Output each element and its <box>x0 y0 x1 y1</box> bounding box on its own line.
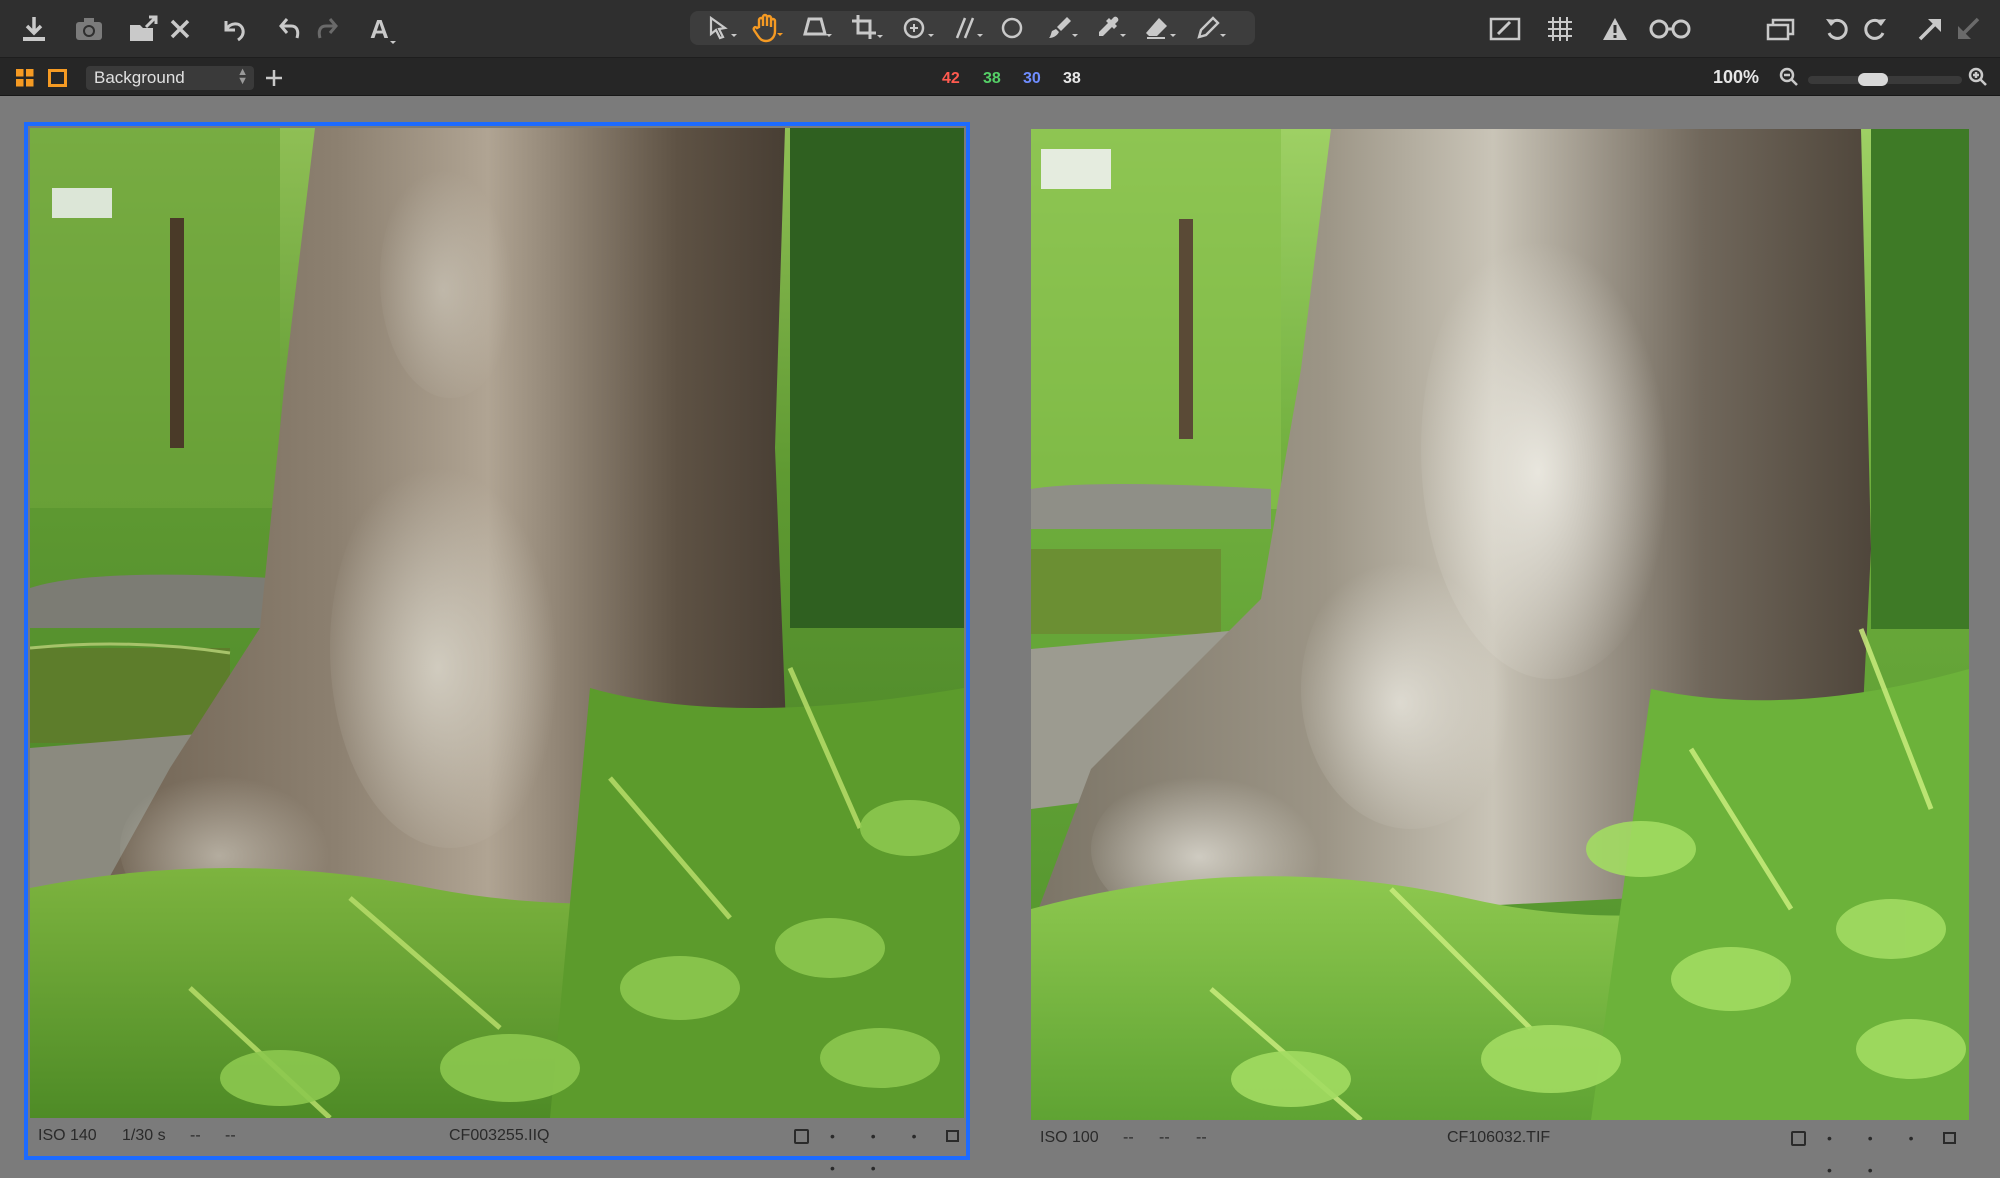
eraser-icon[interactable] <box>1140 7 1180 49</box>
rotate-right-icon[interactable] <box>1860 8 1890 50</box>
multi-view-icon[interactable] <box>16 69 34 92</box>
add-layer-icon[interactable] <box>264 68 284 93</box>
adjustments-badge-icon <box>946 1130 959 1142</box>
circle-icon[interactable] <box>995 7 1029 49</box>
focal-label: -- <box>1196 1129 1207 1146</box>
filename-label: CF106032.TIF <box>1447 1129 1551 1146</box>
import-icon[interactable] <box>18 8 50 50</box>
photo-info-bar-left: ISO 140 1/30 s -- -- CF003255.IIQ • • • … <box>28 1120 966 1176</box>
camera-icon[interactable] <box>72 8 106 50</box>
green-readout: 38 <box>983 70 1001 87</box>
cursor-tools-group <box>690 11 1255 45</box>
photo-left[interactable] <box>30 128 964 1118</box>
shutter-label: -- <box>1123 1129 1134 1146</box>
photo-info-bar-right: ISO 100 -- -- -- CF106032.TIF • • • • • <box>1031 1122 1969 1178</box>
redo-icon[interactable] <box>312 8 342 50</box>
aperture-label: -- <box>190 1127 201 1144</box>
main-toolbar: A <box>0 0 2000 58</box>
undo-icon[interactable] <box>275 8 305 50</box>
picker-icon[interactable] <box>1090 7 1130 49</box>
rotate-left-icon[interactable] <box>1822 8 1852 50</box>
star-rating[interactable]: • • • • • <box>1827 1122 1969 1178</box>
grid-icon[interactable] <box>1543 8 1577 50</box>
filename-label: CF003255.IIQ <box>449 1127 550 1144</box>
layer-select-label: Background <box>94 68 185 87</box>
edit-mask-icon[interactable] <box>1487 8 1523 50</box>
zoom-out-icon[interactable] <box>1779 67 1799 92</box>
glasses-icon[interactable] <box>1646 8 1694 50</box>
gradient-icon[interactable] <box>1190 7 1230 49</box>
zoom-slider-knob[interactable] <box>1857 73 1888 86</box>
viewer-subbar: Background ▲ ▼ 42 38 30 38 100% <box>0 58 2000 96</box>
warning-icon[interactable] <box>1598 8 1632 50</box>
focal-label: -- <box>225 1127 236 1144</box>
capture-one-window: A Background ▲ ▼ 42 38 30 38 100% ISO 14… <box>0 0 2000 1178</box>
rotate-icon[interactable] <box>897 7 939 49</box>
crop-icon[interactable] <box>847 7 887 49</box>
brush-icon[interactable] <box>1042 7 1082 49</box>
keystone-icon[interactable] <box>797 7 837 49</box>
undo-history-icon[interactable] <box>220 8 250 50</box>
adjustments-badge-icon <box>1943 1132 1956 1144</box>
text-icon[interactable]: A <box>364 8 400 50</box>
photo-right[interactable] <box>1031 129 1969 1120</box>
blue-readout: 30 <box>1023 70 1041 87</box>
viewer-panel-right[interactable]: ISO 100 -- -- -- CF106032.TIF • • • • • <box>1031 129 1969 1178</box>
viewer-panel-left[interactable]: ISO 140 1/30 s -- -- CF003255.IIQ • • • … <box>24 122 970 1176</box>
zoom-level-label: 100% <box>1713 67 1760 87</box>
windows-icon[interactable] <box>1763 8 1799 50</box>
aperture-label: -- <box>1159 1129 1170 1146</box>
color-tag-box[interactable] <box>1791 1131 1806 1146</box>
expand-icon[interactable] <box>1914 8 1946 50</box>
chevron-updown-icon: ▲ ▼ <box>237 66 248 87</box>
svg-text:A: A <box>370 14 389 44</box>
zoom-in-icon[interactable] <box>1968 67 1988 92</box>
straighten-icon[interactable] <box>948 7 988 49</box>
color-tag-box[interactable] <box>794 1129 809 1144</box>
iso-label: ISO 140 <box>38 1127 97 1144</box>
single-view-icon[interactable] <box>48 69 67 92</box>
select-arrow-icon[interactable] <box>702 7 742 49</box>
star-rating[interactable]: • • • • • <box>830 1120 966 1178</box>
layer-select[interactable]: Background ▲ ▼ <box>86 66 254 90</box>
delete-icon[interactable] <box>166 8 194 50</box>
export-icon[interactable] <box>127 8 161 50</box>
red-readout: 42 <box>942 70 960 87</box>
luminance-readout: 38 <box>1063 70 1081 87</box>
iso-label: ISO 100 <box>1040 1129 1099 1146</box>
collapse-icon[interactable] <box>1952 8 1984 50</box>
shutter-label: 1/30 s <box>122 1127 166 1144</box>
pan-hand-icon[interactable] <box>748 7 788 49</box>
